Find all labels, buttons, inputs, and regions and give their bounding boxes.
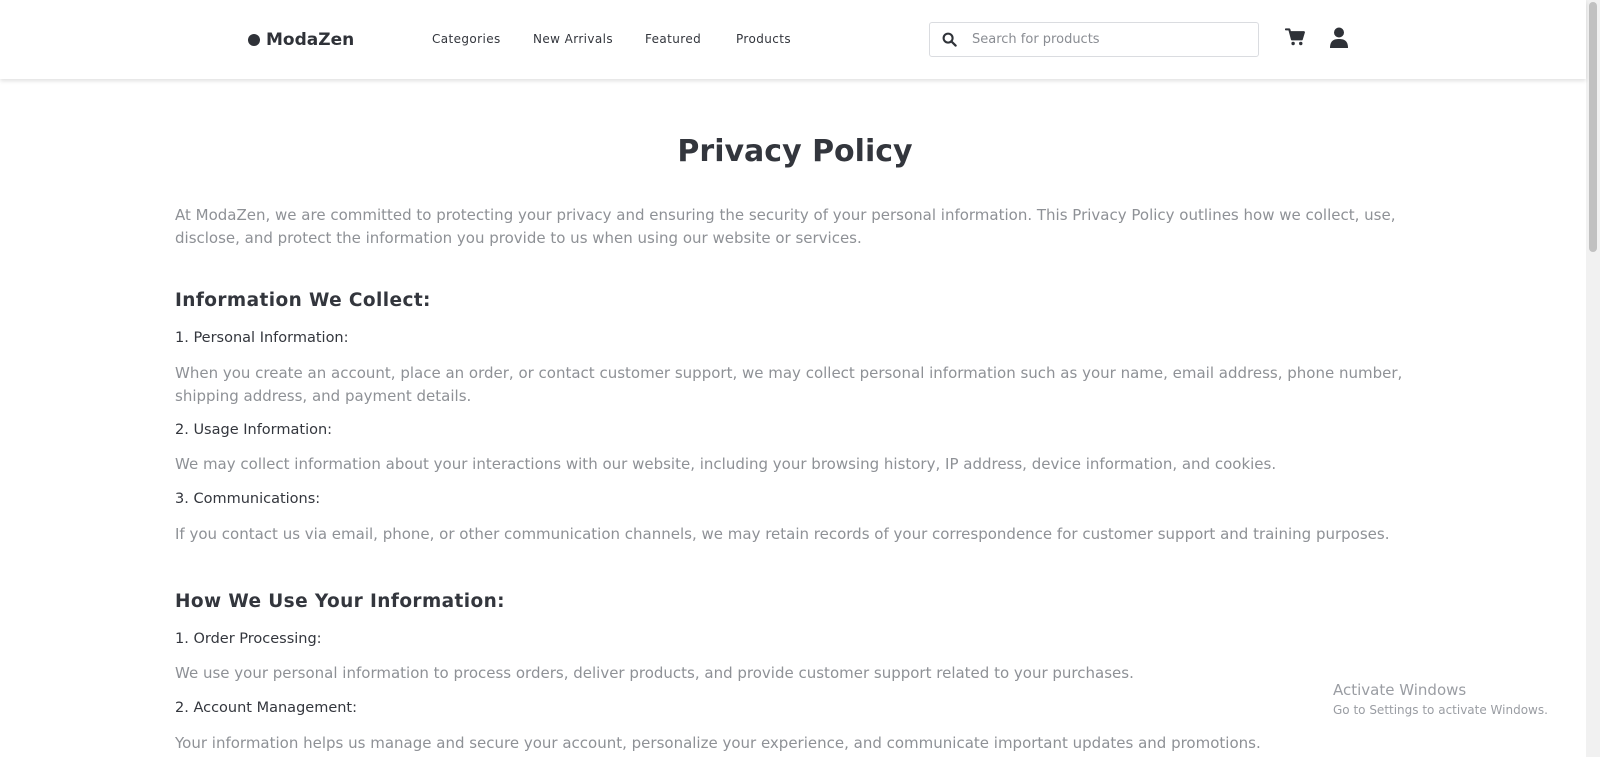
logo-text: ModaZen (266, 30, 355, 50)
nav-products[interactable]: Products (736, 32, 791, 46)
subsection-text-communications: If you contact us via email, phone, or o… (175, 525, 1390, 543)
subsection-text-personal-information: When you create an account, place an ord… (175, 364, 1403, 405)
watermark-title: Activate Windows (1333, 681, 1467, 699)
subsection-title-usage-information: 2. Usage Information: (175, 422, 333, 438)
search-input[interactable] (970, 31, 1254, 48)
logo-icon (240, 32, 262, 48)
subsection-title-communications: 3. Communications: (175, 491, 321, 507)
search-icon[interactable] (942, 32, 962, 47)
nav-categories[interactable]: Categories (432, 32, 501, 46)
activate-windows-watermark: Activate Windows Go to Settings to activ… (1333, 681, 1548, 717)
watermark-subtitle: Go to Settings to activate Windows. (1333, 703, 1548, 717)
section-title-information-we-collect: Information We Collect: (175, 290, 431, 311)
subsection-text-account-management: Your information helps us manage and sec… (175, 734, 1261, 752)
subsection-title-personal-information: 1. Personal Information: (175, 330, 349, 346)
nav-featured[interactable]: Featured (645, 32, 701, 46)
scrollbar-thumb[interactable] (1589, 2, 1597, 252)
user-icon[interactable] (1329, 27, 1349, 53)
logo[interactable]: ModaZen (240, 28, 354, 52)
section-title-how-we-use: How We Use Your Information: (175, 591, 505, 612)
site-header: ModaZen Categories New Arrivals Featured… (0, 0, 1586, 79)
cart-icon[interactable] (1284, 27, 1306, 52)
page-title: Privacy Policy (677, 134, 913, 169)
subsection-text-order-processing: We use your personal information to proc… (175, 664, 1134, 682)
search-box (929, 22, 1259, 57)
page-scrollbar[interactable] (1586, 0, 1600, 757)
subsection-title-account-management: 2. Account Management: (175, 700, 358, 716)
subsection-text-usage-information: We may collect information about your in… (175, 455, 1277, 473)
nav-new-arrivals[interactable]: New Arrivals (533, 32, 613, 46)
subsection-title-order-processing: 1. Order Processing: (175, 631, 322, 647)
intro-paragraph: At ModaZen, we are committed to protecti… (175, 206, 1396, 247)
